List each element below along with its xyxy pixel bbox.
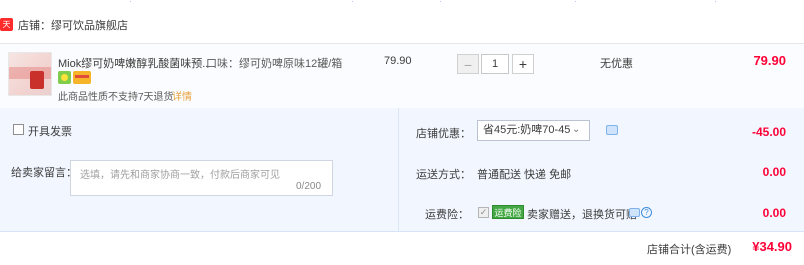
thumbnail-can — [30, 71, 44, 89]
store-total-value: ¥34.90 — [752, 239, 792, 254]
detail-link[interactable]: 详情 — [172, 88, 192, 103]
unit-price: 79.90 — [384, 55, 412, 67]
message-label: 给卖家留言： — [11, 167, 77, 179]
message-placeholder: 选填，请先和商家协商一致，付款后商家可见 — [80, 170, 280, 181]
store-name-link[interactable]: 店铺：缪可饮品旗舰店 — [18, 17, 128, 33]
insurance-badge: 运费险 — [492, 205, 524, 219]
message-char-count: 0/200 — [296, 181, 322, 192]
return-policy-notice: 此商品性质不支持7天退货 — [58, 92, 174, 103]
insurance-checkbox[interactable]: ✓ — [478, 207, 489, 218]
insurance-label: 运费险： — [425, 209, 469, 221]
chat-icon[interactable] — [629, 208, 640, 217]
item-discount: 无优惠 — [600, 58, 633, 70]
quantity-input[interactable] — [481, 54, 509, 74]
insurance-value: 0.00 — [762, 206, 786, 220]
item-subtotal: 79.90 — [753, 53, 786, 68]
product-thumbnail[interactable] — [8, 52, 52, 96]
product-title-link[interactable]: Miok缪可奶啤嫩醇乳酸菌味预... — [58, 55, 208, 71]
invoice-checkbox[interactable] — [13, 124, 24, 135]
tmall-icon: 天猫 — [0, 18, 13, 42]
chevron-down-icon: ⌄ — [572, 124, 581, 135]
shipping-method: 普通配送 快递 免邮 — [477, 169, 572, 181]
quantity-decrease-button[interactable]: − — [457, 54, 479, 74]
quantity-increase-button[interactable]: + — [512, 54, 534, 74]
shipping-label: 运送方式： — [416, 169, 471, 181]
chat-icon[interactable] — [606, 125, 618, 135]
top-divider — [0, 0, 804, 4]
credit-card-icon — [73, 71, 91, 84]
help-icon[interactable]: ? — [641, 207, 652, 218]
service-badge-icon — [58, 71, 71, 84]
panel-divider — [398, 108, 399, 231]
store-discount-value: -45.00 — [751, 125, 786, 139]
store-total-label: 店铺合计(含运费) — [647, 244, 732, 256]
invoice-label: 开具发票 — [28, 126, 72, 138]
product-spec: 口味：缪可奶啤原味12罐/箱 — [206, 58, 343, 70]
insurance-text: 卖家赠送，退换货可赔 — [527, 209, 637, 221]
store-discount-label: 店铺优惠： — [416, 128, 471, 140]
shipping-value: 0.00 — [762, 165, 786, 179]
